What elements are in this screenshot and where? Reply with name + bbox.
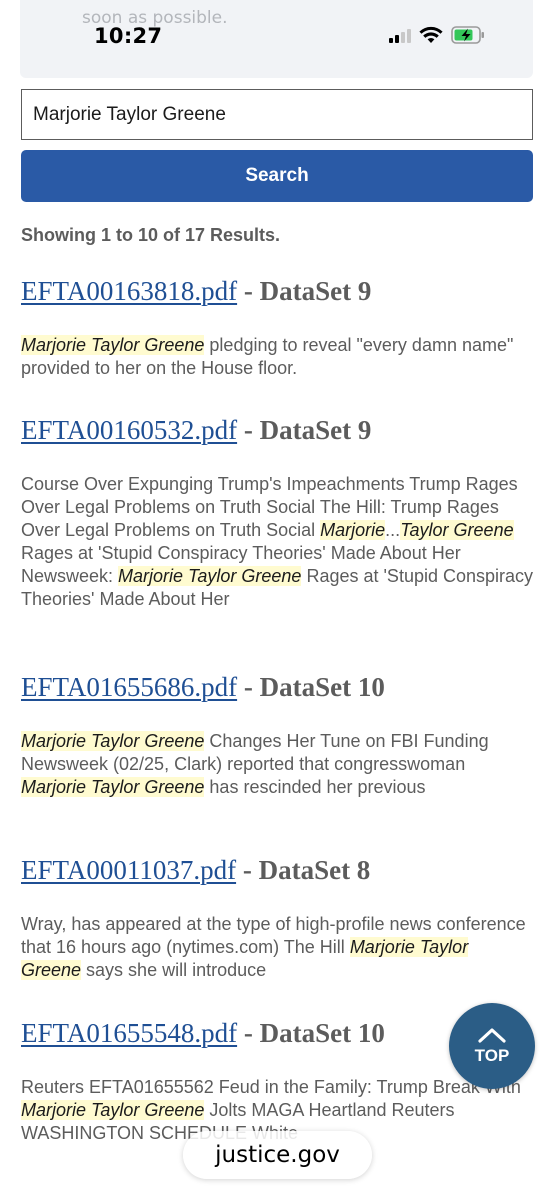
battery-charging-icon: [451, 26, 484, 44]
search-button[interactable]: Search: [21, 150, 533, 202]
highlighted-match: Marjorie Taylor Greene: [21, 335, 205, 355]
result-dataset: DataSet 10: [259, 672, 385, 702]
result-title: EFTA00011037.pdf - DataSet 8: [21, 855, 533, 885]
result-file-link[interactable]: EFTA01655686.pdf: [21, 672, 237, 702]
result-file-link[interactable]: EFTA00160532.pdf: [21, 415, 237, 445]
top-label: TOP: [474, 1046, 510, 1065]
url-bar[interactable]: justice.gov: [183, 1131, 372, 1179]
back-to-top-button[interactable]: TOP: [449, 1003, 535, 1089]
result-item: EFTA00160532.pdf - DataSet 9 Course Over …: [21, 415, 533, 611]
result-file-link[interactable]: EFTA01655548.pdf: [21, 1018, 237, 1048]
result-file-link[interactable]: EFTA00011037.pdf: [21, 855, 236, 885]
result-separator: -: [237, 276, 260, 306]
result-dataset: DataSet 9: [259, 276, 372, 306]
result-separator: -: [237, 415, 260, 445]
result-item: EFTA01655686.pdf - DataSet 10 Marjorie Ta…: [21, 672, 533, 799]
result-snippet: Wray, has appeared at the type of high-p…: [21, 913, 533, 982]
result-item: EFTA00163818.pdf - DataSet 9 Marjorie Tay…: [21, 276, 533, 380]
status-time: 10:27: [94, 24, 163, 48]
result-dataset: DataSet 9: [259, 415, 372, 445]
highlighted-match: Marjorie: [320, 520, 386, 540]
highlighted-match: Marjorie Taylor Greene: [21, 1100, 205, 1120]
result-separator: -: [237, 1018, 260, 1048]
status-icons: [389, 26, 485, 44]
cellular-signal-icon: [389, 27, 411, 43]
wifi-icon: [419, 26, 443, 43]
results-summary: Showing 1 to 10 of 17 Results.: [21, 225, 281, 245]
result-item: EFTA00011037.pdf - DataSet 8 Wray, has ap…: [21, 855, 533, 982]
highlighted-match: Taylor Greene: [400, 520, 514, 540]
top-banner: soon as possible. 10:27: [20, 0, 533, 78]
url-domain: justice.gov: [215, 1142, 340, 1168]
snippet-text: ...: [385, 520, 401, 540]
snippet-text: has rescinded her previous: [204, 777, 426, 797]
result-snippet: Marjorie Taylor Greene pledging to revea…: [21, 334, 533, 380]
result-file-link[interactable]: EFTA00163818.pdf: [21, 276, 237, 306]
result-dataset: DataSet 8: [258, 855, 371, 885]
search-input[interactable]: [21, 89, 533, 140]
result-snippet: Course Over Expunging Trump's Impeachmen…: [21, 473, 533, 611]
result-title: EFTA00160532.pdf - DataSet 9: [21, 415, 533, 445]
chevron-up-icon: [478, 1028, 506, 1043]
result-title: EFTA01655686.pdf - DataSet 10: [21, 672, 533, 702]
result-separator: -: [237, 672, 260, 702]
highlighted-match: Marjorie Taylor Greene: [21, 731, 205, 751]
highlighted-match: Marjorie Taylor Greene: [118, 566, 302, 586]
snippet-text: Reuters EFTA01655562 Feud in the Family:…: [21, 1077, 521, 1097]
result-separator: -: [236, 855, 259, 885]
snippet-text: says she will introduce: [81, 960, 267, 980]
result-title: EFTA00163818.pdf - DataSet 9: [21, 276, 533, 306]
result-dataset: DataSet 10: [259, 1018, 385, 1048]
highlighted-match: Marjorie Taylor Greene: [21, 777, 205, 797]
result-snippet: Marjorie Taylor Greene Changes Her Tune …: [21, 730, 533, 799]
